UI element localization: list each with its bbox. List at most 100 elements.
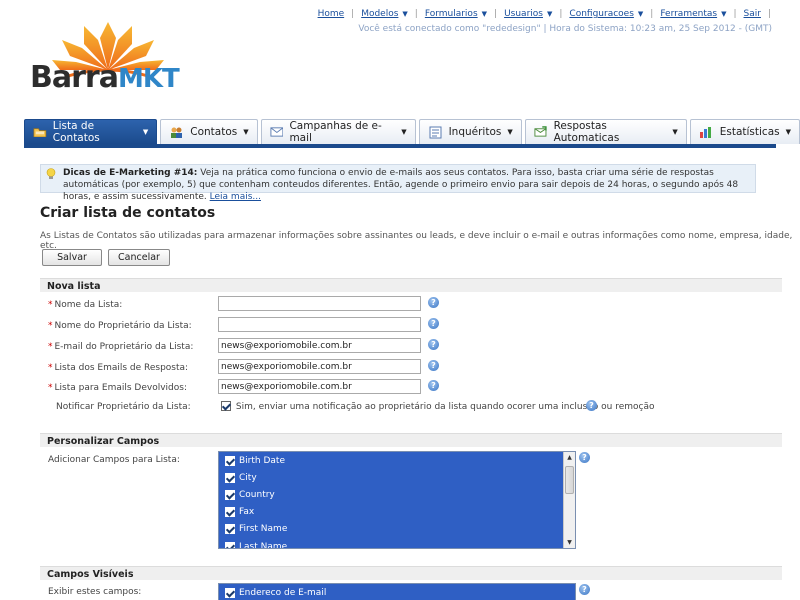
custom-fields-listbox[interactable]: Birth Date City Country Fax First Name Last N… — [218, 451, 576, 549]
nav-link-1[interactable]: Modelos — [361, 9, 398, 19]
nav-link-2[interactable]: Formularios — [425, 9, 478, 19]
visible-fields-label: Exibir estes campos: — [48, 587, 142, 597]
login-status: Você está conectado como "rededesign" | … — [358, 24, 772, 34]
logo-text-mkt: MKT — [117, 64, 180, 94]
option-label: Endereco de E-mail — [239, 587, 327, 598]
help-icon[interactable]: ? — [428, 380, 439, 391]
required-asterisk: * — [48, 342, 53, 352]
field-label-text: Nome da Lista: — [54, 300, 123, 310]
list-option[interactable]: Last Name — [219, 538, 575, 549]
field-label-text: E-mail do Proprietário da Lista: — [54, 342, 194, 352]
option-checkbox[interactable] — [225, 472, 235, 483]
field-label: * Nome do Proprietário da Lista: — [48, 321, 192, 331]
help-icon[interactable]: ? — [428, 339, 439, 350]
visible-fields-listbox[interactable]: Endereco de E-mail — [218, 583, 576, 600]
envelope-icon — [270, 126, 284, 139]
help-icon[interactable]: ? — [579, 452, 590, 463]
section-nova-lista-heading: Nova lista — [40, 278, 782, 292]
chevron-down-icon[interactable]: ▼ — [243, 128, 248, 136]
scroll-down-arrow-icon[interactable]: ▼ — [564, 537, 575, 548]
tip-box: Dicas de E-Marketing #14: Veja na prátic… — [40, 164, 756, 202]
tab-label: Campanhas de e-mail — [289, 120, 382, 144]
list-option[interactable]: First Name — [219, 521, 575, 538]
list-option[interactable]: City — [219, 469, 575, 486]
option-label: Birth Date — [239, 455, 285, 466]
text-input-4[interactable] — [218, 379, 421, 394]
nav-link-6[interactable]: Sair — [744, 9, 761, 19]
notify-owner-row: Notificar Proprietário da Lista: Sim, en… — [40, 398, 782, 416]
chevron-down-icon[interactable]: ▼ — [401, 128, 406, 136]
tab-5[interactable]: Estatísticas ▼ — [689, 119, 800, 144]
nav-separator: | — [494, 9, 498, 19]
option-label: Last Name — [239, 541, 288, 549]
chevron-down-icon[interactable]: ▼ — [402, 10, 407, 18]
option-checkbox[interactable] — [225, 507, 235, 518]
scroll-thumb[interactable] — [565, 466, 574, 494]
required-asterisk: * — [48, 300, 53, 310]
tab-0[interactable]: Lista de Contatos ▼ — [24, 119, 158, 144]
tab-label: Respostas Automaticas — [553, 120, 620, 144]
nav-separator: | — [559, 9, 563, 19]
bar-chart-icon — [699, 126, 714, 139]
tab-label: Lista de Contatos — [52, 120, 100, 144]
tab-bar-underline — [24, 144, 776, 148]
chevron-down-icon[interactable]: ▼ — [672, 128, 677, 136]
chevron-down-icon[interactable]: ▼ — [786, 128, 791, 136]
scroll-up-arrow-icon[interactable]: ▲ — [564, 452, 575, 463]
option-checkbox[interactable] — [225, 587, 235, 598]
form-row: * Nome da Lista:? — [40, 296, 782, 314]
text-input-2[interactable] — [218, 338, 421, 353]
save-button[interactable]: Salvar — [42, 249, 102, 266]
help-icon[interactable]: ? — [579, 584, 590, 595]
chevron-down-icon[interactable]: ▼ — [721, 10, 726, 18]
nav-link-5[interactable]: Ferramentas — [660, 9, 717, 19]
option-checkbox[interactable] — [225, 541, 235, 548]
list-option[interactable]: Country — [219, 486, 575, 503]
field-label: * Lista para Emails Devolvidos: — [48, 383, 187, 393]
custom-fields-scrollbar[interactable]: ▲ ▼ — [563, 452, 575, 548]
notify-owner-checkbox[interactable] — [221, 401, 231, 411]
help-icon[interactable]: ? — [428, 360, 439, 371]
tab-label: Inquéritos — [448, 126, 502, 138]
section-personalizar-heading: Personalizar Campos — [40, 433, 782, 447]
nav-link-0[interactable]: Home — [318, 9, 345, 19]
option-checkbox[interactable] — [225, 489, 235, 500]
text-input-0[interactable] — [218, 296, 421, 311]
field-label-text: Nome do Proprietário da Lista: — [54, 321, 192, 331]
contacts-icon — [169, 126, 184, 139]
field-label: * Lista dos Emails de Resposta: — [48, 363, 188, 373]
option-checkbox[interactable] — [225, 524, 235, 535]
text-input-3[interactable] — [218, 359, 421, 374]
chevron-down-icon[interactable]: ▼ — [638, 10, 643, 18]
top-nav: Home | Modelos ▼ | Formularios ▼ | Usuarios ▼ | Con… — [318, 9, 778, 19]
chevron-down-icon[interactable]: ▼ — [482, 10, 487, 18]
tab-label: Contatos — [190, 126, 238, 138]
option-checkbox[interactable] — [225, 455, 235, 466]
tip-read-more-link[interactable]: Leia mais... — [210, 192, 261, 202]
chevron-down-icon[interactable]: ▼ — [547, 10, 552, 18]
field-label-text: Lista para Emails Devolvidos: — [54, 383, 188, 393]
cancel-button[interactable]: Cancelar — [108, 249, 170, 266]
list-option[interactable]: Endereco de E-mail — [219, 584, 575, 600]
help-icon[interactable]: ? — [586, 400, 597, 411]
help-icon[interactable]: ? — [428, 297, 439, 308]
list-option[interactable]: Birth Date — [219, 452, 575, 469]
logo-text-barra: Barra — [30, 60, 119, 95]
field-label: * Nome da Lista: — [48, 300, 122, 310]
tab-2[interactable]: Campanhas de e-mail ▼ — [260, 119, 416, 144]
nav-separator: | — [650, 9, 654, 19]
text-input-1[interactable] — [218, 317, 421, 332]
option-label: Country — [239, 489, 275, 500]
tab-1[interactable]: Contatos ▼ — [160, 119, 258, 144]
tab-3[interactable]: Inquéritos ▼ — [418, 119, 522, 144]
survey-icon — [428, 126, 443, 139]
tab-4[interactable]: Respostas Automaticas ▼ — [524, 119, 687, 144]
list-option[interactable]: Fax — [219, 504, 575, 521]
required-asterisk: * — [48, 363, 53, 373]
nav-link-3[interactable]: Usuarios — [504, 9, 543, 19]
help-icon[interactable]: ? — [428, 318, 439, 329]
chevron-down-icon[interactable]: ▼ — [507, 128, 512, 136]
main-tabs: Lista de Contatos ▼ Contatos ▼ Campanhas de … — [24, 119, 800, 144]
nav-link-4[interactable]: Configuracoes — [569, 9, 633, 19]
chevron-down-icon[interactable]: ▼ — [143, 128, 148, 136]
